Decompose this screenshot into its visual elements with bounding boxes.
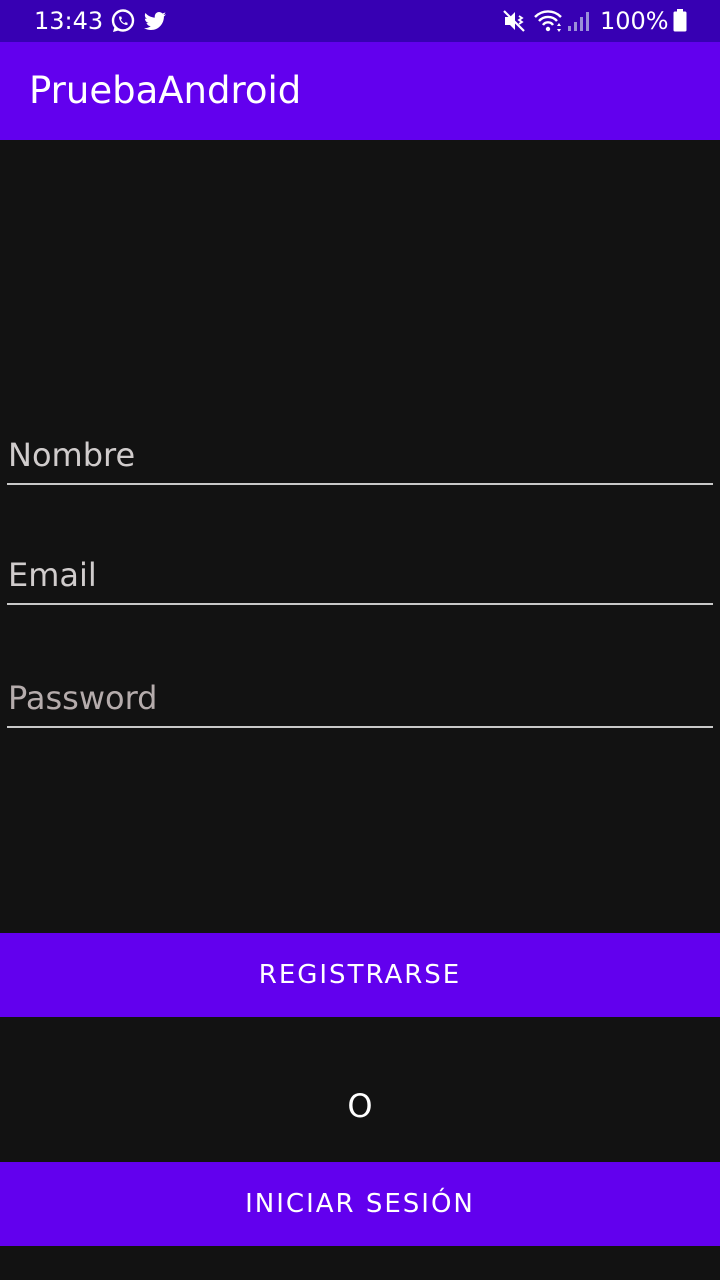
wifi-icon	[533, 8, 563, 34]
app-title: PruebaAndroid	[29, 69, 302, 112]
whatsapp-icon	[110, 8, 136, 34]
battery-percentage: 100%	[600, 7, 669, 35]
register-button[interactable]: REGISTRARSE	[0, 933, 720, 1017]
email-field[interactable]	[7, 547, 713, 605]
status-bar: 13:43 100%	[0, 0, 720, 42]
email-input[interactable]	[7, 547, 713, 603]
twitter-icon	[142, 8, 168, 34]
name-input[interactable]	[7, 427, 713, 483]
battery-icon	[672, 8, 688, 34]
login-button[interactable]: INICIAR SESIÓN	[0, 1162, 720, 1246]
app-bar: PruebaAndroid	[0, 42, 720, 140]
mute-vibrate-icon	[501, 8, 527, 34]
signal-icon	[566, 8, 590, 34]
password-input[interactable]	[7, 670, 713, 726]
name-field[interactable]	[7, 427, 713, 485]
or-separator: O	[347, 1087, 373, 1125]
password-field[interactable]	[7, 670, 713, 728]
status-time: 13:43	[34, 7, 104, 35]
